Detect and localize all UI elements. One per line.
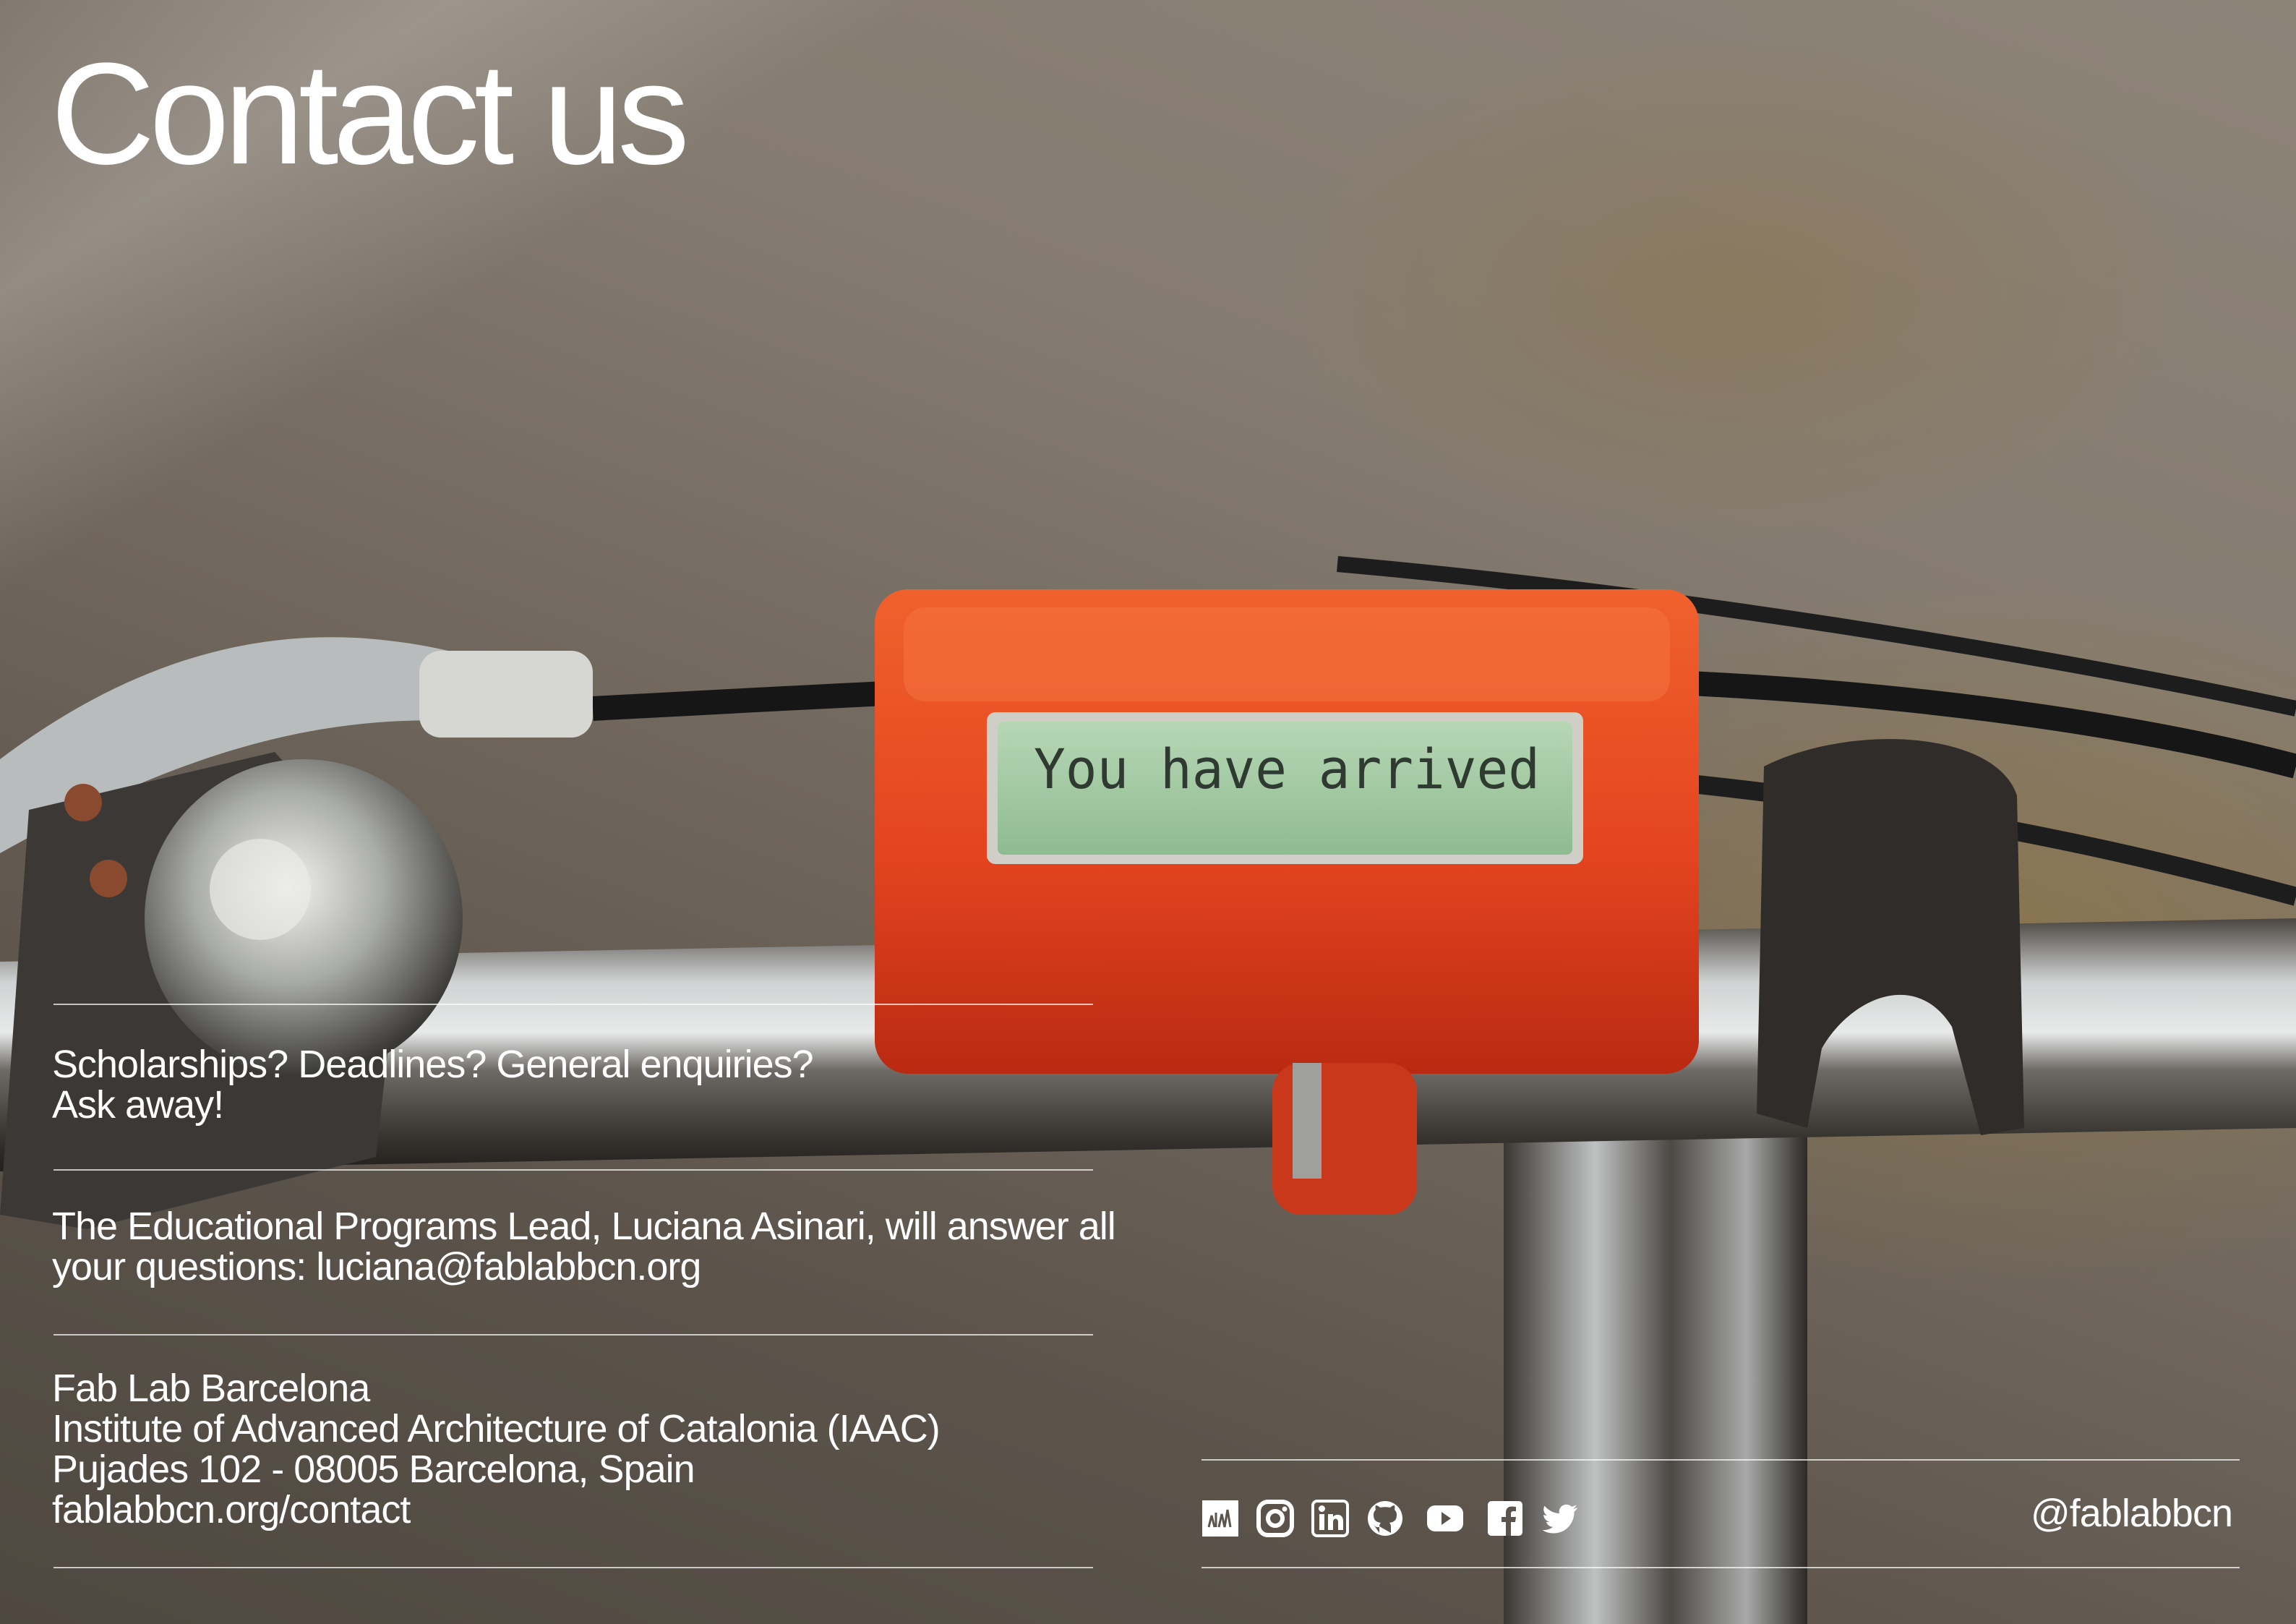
social-divider-bottom <box>1201 1567 2240 1568</box>
address-block: Fab Lab Barcelona Institute of Advanced … <box>52 1368 1108 1530</box>
street-address: Pujades 102 - 08005 Barcelona, Spain <box>52 1448 695 1491</box>
divider-4 <box>53 1567 1093 1568</box>
mount-bolt <box>1293 1063 1322 1179</box>
cable-ferrule <box>419 651 593 738</box>
bell-highlight <box>210 839 311 940</box>
contact-url-link[interactable]: fablabbcn.org/contact <box>52 1490 1108 1530</box>
youtube-icon[interactable] <box>1421 1500 1469 1537</box>
enquiries-line-2: Ask away! <box>52 1083 224 1127</box>
lead-line-1: The Educational Programs Lead, Luciana A… <box>52 1205 1116 1248</box>
bicycle-bell <box>145 759 463 1077</box>
enquiries-text: Scholarships? Deadlines? General enquiri… <box>52 1044 1108 1125</box>
screw-1 <box>64 784 102 821</box>
divider-3 <box>53 1334 1093 1335</box>
divider-2 <box>53 1169 1093 1171</box>
lcd-text: You have arrived <box>1034 737 1540 801</box>
facebook-icon[interactable] <box>1486 1500 1524 1537</box>
instagram-icon[interactable] <box>1256 1500 1294 1537</box>
github-icon[interactable] <box>1366 1500 1404 1537</box>
social-divider-top <box>1201 1459 2240 1461</box>
screw-2 <box>90 860 127 897</box>
organization-name: Fab Lab Barcelona <box>52 1367 370 1410</box>
blog-icon[interactable] <box>1201 1500 1239 1537</box>
device-top-face <box>904 607 1670 701</box>
social-handle[interactable]: @fablabbcn <box>2031 1491 2233 1536</box>
social-icons <box>1201 1495 1579 1542</box>
linkedin-icon[interactable] <box>1311 1500 1349 1537</box>
divider-1 <box>53 1004 1093 1005</box>
twitter-icon[interactable] <box>1541 1500 1579 1537</box>
program-lead-text: The Educational Programs Lead, Luciana A… <box>52 1205 1116 1287</box>
lead-email-link[interactable]: your questions: luciana@fablabbcn.org <box>52 1247 1108 1287</box>
institute-name: Institute of Advanced Architecture of Ca… <box>52 1407 941 1450</box>
page-title: Contact us <box>51 33 690 195</box>
enquiries-line-1: Scholarships? Deadlines? General enquiri… <box>52 1043 814 1086</box>
